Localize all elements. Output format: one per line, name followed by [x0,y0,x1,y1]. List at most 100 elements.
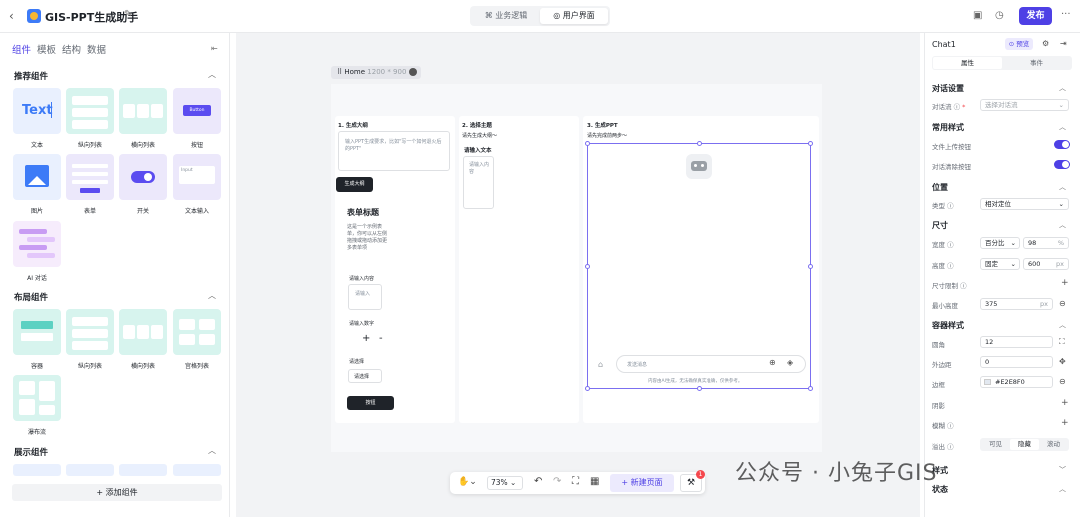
min-height-input[interactable]: 375 px [980,298,1053,310]
select-field[interactable]: 请选择 [348,369,382,383]
display-thumb[interactable] [13,464,61,476]
back-icon[interactable]: ‹ [9,9,14,23]
tab-data[interactable]: 数据 [87,42,106,56]
mode-business-logic[interactable]: ⌘ 业务逻辑 [472,8,540,24]
chevron-up-icon[interactable]: ︿ [1059,220,1066,230]
new-page-button[interactable]: + 新建页面 [610,474,674,492]
drag-handle-icon[interactable]: ⠿ [337,68,342,76]
remove-icon[interactable]: ⊖ [1059,299,1066,308]
text-input[interactable]: 请输入内容 [463,156,494,209]
component-vertical-list[interactable]: 纵向列表 [66,88,114,149]
component-button[interactable]: Button 按钮 [173,88,221,149]
margin-sides-icon[interactable]: ✥ [1059,357,1066,366]
page-tab[interactable]: ⠿ Home 1200 * 900 [331,66,421,79]
settings-icon[interactable]: ⚙ [1042,39,1049,48]
corner-icon[interactable]: ⛶ [1059,337,1065,347]
play-icon[interactable] [408,68,417,76]
component-text[interactable]: Text 文本 [13,88,61,149]
add-attachment-icon[interactable]: ⊕ [769,358,776,367]
chevron-up-icon[interactable]: ︿ [1059,83,1066,93]
component-switch[interactable]: 开关 [119,154,167,215]
undo-icon[interactable]: ↶ [534,476,542,487]
mode-user-interface[interactable]: ◎ 用户界面 [540,8,608,24]
chat-component[interactable]: ⌂ 发送消息 ⊕ ◈ 内容由AI生成，无法确保真实准确，仅供参考。 [585,141,813,391]
tab-components[interactable]: 组件 [12,42,31,56]
remove-icon[interactable]: ⊖ [1059,377,1066,386]
display-thumb[interactable] [119,464,167,476]
publish-button[interactable]: 发布 [1019,7,1052,25]
chevron-down-icon[interactable]: ﹀ [1059,465,1066,475]
resize-handle[interactable] [697,386,702,391]
dialog-flow-select[interactable]: 选择对话流 ⌄ [980,99,1069,111]
component-horizontal-list[interactable]: 横向列表 [119,88,167,149]
resize-handle[interactable] [808,386,813,391]
chevron-up-icon[interactable]: ︿ [1059,182,1066,192]
generate-outline-button[interactable]: 生成大纲 [336,177,373,192]
resize-handle[interactable] [585,264,590,269]
fit-screen-icon[interactable]: ⛶ [572,476,579,487]
resize-handle[interactable] [697,141,702,146]
radius-input[interactable]: 12 [980,336,1053,348]
component-ai-chat[interactable]: AI 对话 [13,221,61,282]
width-mode-select[interactable]: 百分比 ⌄ [980,237,1020,249]
chevron-up-icon[interactable]: ︿ [1059,484,1066,494]
chevron-up-icon[interactable]: ︿ [1059,320,1066,330]
save-icon[interactable]: ▣ [973,10,982,21]
resize-handle[interactable] [585,141,590,146]
add-component-button[interactable]: + 添加组件 [12,484,222,501]
position-type-select[interactable]: 相对定位 ⌄ [980,198,1069,210]
decrement-icon[interactable]: - [379,333,383,344]
height-input[interactable]: 600 px [1023,258,1069,270]
overflow-visible[interactable]: 可见 [981,439,1010,450]
clear-button-toggle[interactable] [1054,160,1070,169]
chevron-up-icon[interactable]: ︿ [208,69,216,80]
submit-button[interactable]: 按钮 [347,396,394,410]
tab-properties[interactable]: 属性 [933,57,1002,69]
chevron-up-icon[interactable]: ︿ [208,290,216,301]
content-input[interactable]: 请输入 [348,284,382,310]
edit-icon[interactable]: ✎ [124,9,132,20]
preview-button[interactable]: ⊙ 预览 [1005,38,1033,50]
increment-icon[interactable]: + [362,333,370,344]
tab-structure[interactable]: 结构 [62,42,81,56]
resize-handle[interactable] [585,386,590,391]
resize-handle[interactable] [808,141,813,146]
tab-events[interactable]: 事件 [1002,57,1071,69]
component-text-input[interactable]: Input 文本输入 [173,154,221,215]
component-waterfall[interactable]: 瀑布流 [13,375,61,436]
component-image[interactable]: 图片 [13,154,61,215]
width-input[interactable]: 98% [1023,237,1069,249]
display-thumb[interactable] [173,464,221,476]
clear-chat-icon[interactable]: ⌂ [598,360,603,369]
height-mode-select[interactable]: 固定 ⌄ [980,258,1020,270]
component-vertical-list-layout[interactable]: 纵向列表 [66,309,114,370]
chevron-up-icon[interactable]: ︿ [1059,122,1066,132]
add-icon[interactable]: + [1061,398,1069,408]
border-color-input[interactable]: #E2E8F0 [980,376,1053,388]
send-icon[interactable]: ◈ [787,358,793,367]
more-icon[interactable]: ··· [1061,9,1071,20]
component-horizontal-list-layout[interactable]: 横向列表 [119,309,167,370]
collapse-panel-icon[interactable]: ⇥ [1060,39,1067,48]
margin-input[interactable]: 0 [980,356,1053,368]
component-container[interactable]: 容器 [13,309,61,370]
resize-handle[interactable] [808,264,813,269]
pointer-tool-icon[interactable]: ✋⌄ [458,477,477,487]
component-form[interactable]: 表单 [66,154,114,215]
zoom-select[interactable]: 73% ⌄ [487,476,523,490]
tab-templates[interactable]: 模板 [37,42,56,56]
redo-icon[interactable]: ↷ [553,476,561,487]
overflow-scroll[interactable]: 滚动 [1039,439,1068,450]
overflow-hidden[interactable]: 隐藏 [1010,439,1039,450]
add-icon[interactable]: + [1061,418,1069,428]
history-icon[interactable]: ◷ [995,10,1004,21]
display-thumb[interactable] [66,464,114,476]
collapse-panel-icon[interactable]: ⇤ [211,44,218,53]
requirement-input[interactable]: 输入PPT生成要求，比如"写一个如何退火后的PPT" [338,131,450,171]
component-grid-list[interactable]: 宫格列表 [173,309,221,370]
grid-icon[interactable]: ▦ [590,476,599,487]
chevron-up-icon[interactable]: ︿ [208,445,216,456]
add-icon[interactable]: + [1061,278,1069,288]
chat-input[interactable]: 发送消息 ⊕ ◈ [616,355,806,373]
file-upload-toggle[interactable] [1054,140,1070,149]
